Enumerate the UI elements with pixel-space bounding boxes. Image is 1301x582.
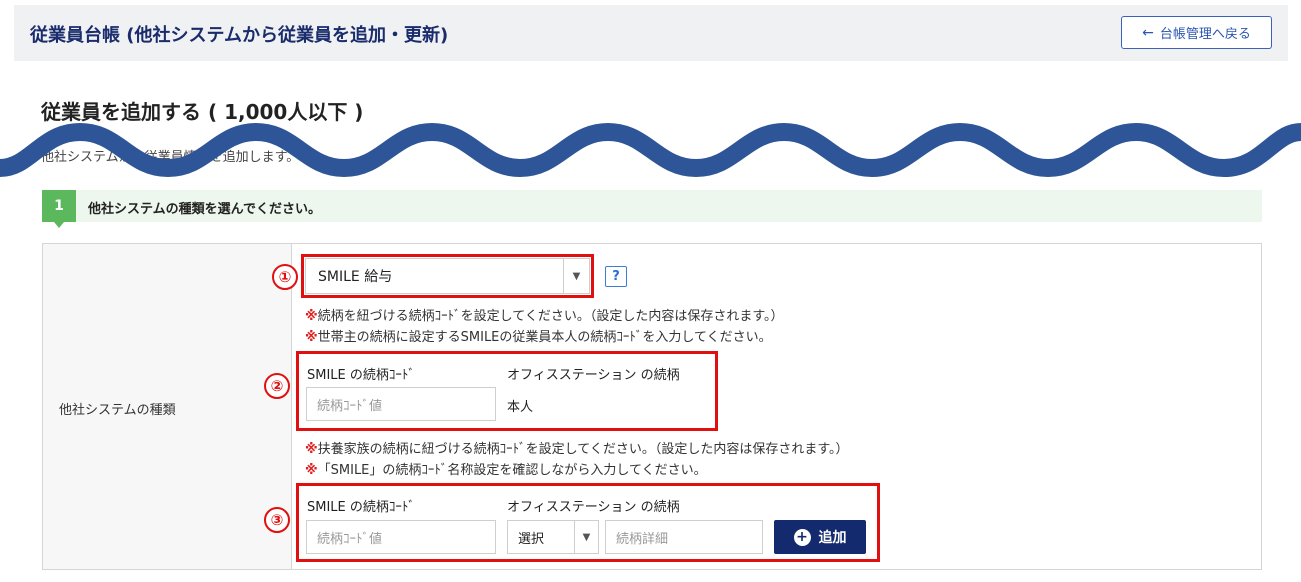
back-to-ledger-button[interactable]: ← 台帳管理へ戻る [1121, 16, 1272, 49]
section-title: 従業員を追加する ( 1,000人以下 ) [41, 100, 364, 124]
highlight-box-3 [296, 483, 880, 562]
form-label-cell: 他社システムの種類 [43, 244, 292, 569]
note-mark: ※ [305, 463, 318, 478]
annotation-number-3: ③ [264, 507, 290, 533]
step-header: 1 他社システムの種類を選んでください。 [42, 190, 1262, 228]
arrow-left-icon: ← [1142, 24, 1154, 41]
section-description: 他社システムから従業員情報を追加します。 [41, 150, 300, 165]
annotation-number-2: ② [264, 373, 290, 399]
note-text: 世帯主の続柄に設定するSMILEの従業員本人の続柄ｺｰﾄﾞを入力してください。 [317, 330, 772, 345]
page-header: 従業員台帳 (他社システムから従業員を追加・更新) ← 台帳管理へ戻る [14, 5, 1288, 61]
note-mark: ※ [305, 442, 318, 457]
note-self-1: ※続柄を紐づける続柄ｺｰﾄﾞを設定してください。（設定した内容は保存されます。） [305, 305, 784, 324]
step-instruction: 他社システムの種類を選んでください。 [88, 202, 321, 217]
note-text: 「SMILE」の続柄ｺｰﾄﾞ名称設定を確認しながら入力してください。 [317, 463, 707, 478]
highlight-box-2 [296, 351, 718, 431]
note-self-2: ※世帯主の続柄に設定するSMILEの従業員本人の続柄ｺｰﾄﾞを入力してください。 [305, 326, 772, 345]
page-title: 従業員台帳 (他社システムから従業員を追加・更新) [30, 25, 449, 46]
note-mark: ※ [305, 330, 318, 345]
step-number-badge: 1 [42, 190, 76, 222]
note-text: 続柄を紐づける続柄ｺｰﾄﾞを設定してください。（設定した内容は保存されます。） [317, 309, 784, 324]
note-mark: ※ [305, 309, 318, 324]
step-badge-tail [54, 222, 64, 228]
note-family-2: ※「SMILE」の続柄ｺｰﾄﾞ名称設定を確認しながら入力してください。 [305, 459, 707, 478]
annotation-number-1: ① [272, 264, 298, 290]
form-row-label: 他社システムの種類 [59, 403, 176, 418]
note-family-1: ※扶養家族の続柄に紐づける続柄ｺｰﾄﾞを設定してください。（設定した内容は保存さ… [305, 438, 849, 457]
highlight-box-1 [301, 254, 594, 298]
help-icon[interactable]: ? [605, 266, 627, 287]
back-button-label: 台帳管理へ戻る [1159, 27, 1251, 42]
note-text: 扶養家族の続柄に紐づける続柄ｺｰﾄﾞを設定してください。（設定した内容は保存され… [317, 442, 849, 457]
